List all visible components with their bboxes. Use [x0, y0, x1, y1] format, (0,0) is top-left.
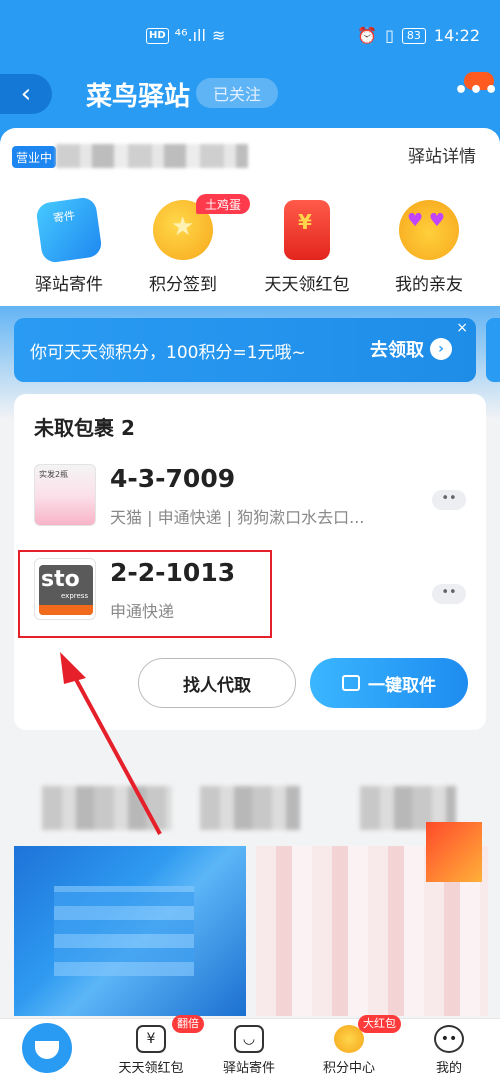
locker-icon: [342, 675, 360, 691]
quick-action-red-packet[interactable]: 天天领红包: [252, 200, 362, 295]
tab-label: 积分中心: [322, 1061, 375, 1076]
station-card: 营业中 驿站详情 驿站寄件 积分签到 天天领红包 我的亲友: [0, 128, 500, 306]
clock: 14:22: [433, 26, 480, 45]
quick-action-family[interactable]: 我的亲友: [374, 200, 484, 295]
one-click-pickup-button[interactable]: 一键取件: [310, 658, 468, 708]
battery-icon: 83: [401, 27, 426, 44]
bottom-nav: ¥ 天天领红包 翻倍 ◡ 驿站寄件 积分中心 大红包 •• 我的: [0, 1015, 500, 1084]
tab-label: 天天领红包: [118, 1061, 184, 1076]
quick-action-label: 我的亲友: [395, 275, 463, 295]
close-icon[interactable]: ×: [456, 320, 468, 336]
claim-button[interactable]: 去领取 ›: [370, 336, 452, 362]
signal-icon: ⁴⁶.ıll: [174, 26, 206, 45]
page-header: ‹ 菜鸟驿站 已关注 •••: [0, 72, 500, 120]
station-detail-link[interactable]: 驿站详情: [408, 142, 476, 167]
chevron-right-icon: ›: [430, 338, 452, 360]
send-package-icon: [35, 196, 103, 264]
next-banner-peek[interactable]: [486, 318, 500, 382]
quick-action-label: 天天领红包: [264, 275, 350, 295]
quick-action-label: 积分签到: [149, 275, 217, 295]
send-box-icon: ◡: [234, 1025, 264, 1053]
tab-send[interactable]: ◡ 驿站寄件: [204, 1025, 294, 1076]
claim-label: 去领取: [370, 340, 424, 361]
tab-label: 我的: [435, 1061, 462, 1076]
highlight-box: [18, 550, 272, 638]
profile-icon: ••: [434, 1025, 464, 1053]
big-red-packet-badge: 大红包: [358, 1015, 401, 1033]
home-tab[interactable]: [22, 1023, 72, 1073]
blurred-promo-image[interactable]: [256, 822, 488, 1016]
double-badge: 翻倍: [172, 1015, 204, 1033]
more-menu-button[interactable]: •••: [454, 78, 499, 103]
red-packet-icon: [284, 200, 330, 260]
thumbnail-text: 实发2瓶: [39, 470, 69, 479]
quick-action-send[interactable]: 驿站寄件: [14, 196, 124, 295]
pickup-label: 一键取件: [368, 675, 436, 696]
proxy-pickup-button[interactable]: 找人代取: [138, 658, 296, 708]
station-name-blurred: [56, 144, 248, 168]
banner-text: 你可天天领积分，100积分=1元哦~: [30, 343, 306, 363]
hd-indicator: HD: [146, 27, 169, 44]
blurred-promo-image[interactable]: [14, 846, 246, 1016]
follow-button[interactable]: 已关注: [196, 78, 278, 108]
quick-action-label: 驿站寄件: [35, 275, 103, 295]
blurred-content: [42, 786, 172, 830]
product-thumbnail: 实发2瓶: [34, 464, 96, 526]
points-banner[interactable]: 你可天天领积分，100积分=1元哦~ 去领取 › ×: [14, 318, 476, 382]
vibrate-icon: ▯: [385, 26, 394, 45]
parcels-title: 未取包裹 2: [34, 416, 135, 440]
back-button[interactable]: ‹: [0, 74, 52, 114]
pickup-code: 4-3-7009: [110, 464, 236, 493]
red-packet-icon: ¥: [136, 1025, 166, 1053]
blurred-content: [200, 786, 300, 830]
wifi-icon: ≋: [211, 26, 226, 45]
quick-action-checkin[interactable]: 积分签到: [128, 200, 238, 295]
egg-reward-badge: 土鸡蛋: [196, 194, 250, 214]
parcel-description: 天猫 | 申通快递 | 狗狗漱口水去口...: [110, 508, 365, 527]
more-options-button[interactable]: ••: [432, 490, 466, 510]
tab-label: 驿站寄件: [222, 1061, 275, 1076]
page-title: 菜鸟驿站: [86, 82, 191, 112]
list-item[interactable]: 实发2瓶 4-3-7009 天猫 | 申通快递 | 狗狗漱口水去口... ••: [14, 464, 486, 544]
alarm-icon: ⏰: [357, 26, 378, 45]
status-badge: 营业中: [12, 146, 56, 168]
more-options-button[interactable]: ••: [432, 584, 466, 604]
tab-me[interactable]: •• 我的: [404, 1025, 494, 1076]
status-bar: HD ⁴⁶.ıll ≋ ⏰ ▯ 83 14:22: [0, 0, 500, 72]
heart-eyes-icon: [399, 200, 459, 260]
